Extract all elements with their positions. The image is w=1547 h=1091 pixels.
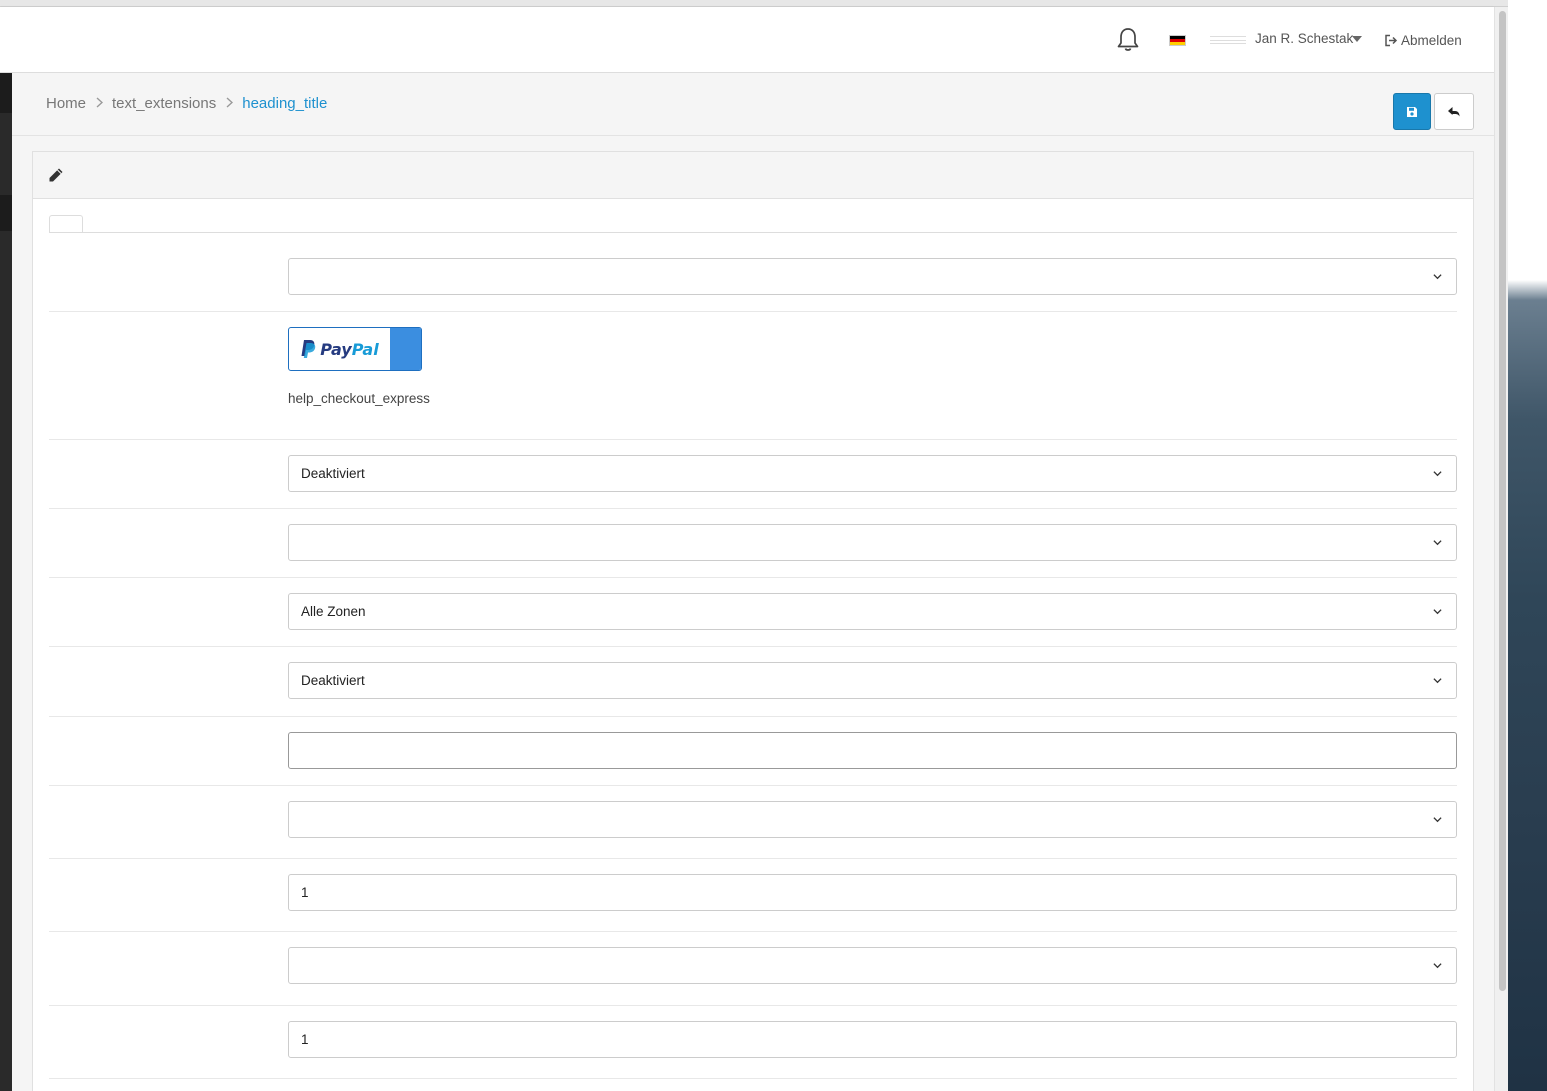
save-button[interactable]	[1393, 93, 1431, 130]
select-field-zones[interactable]: Alle Zonen	[288, 593, 1457, 630]
avatar[interactable]	[1210, 36, 1246, 44]
breadcrumb: Home text_extensions heading_title	[46, 95, 327, 112]
sidebar-collapsed[interactable]	[0, 73, 12, 1091]
row-divider	[49, 858, 1457, 859]
select-value: Alle Zonen	[301, 604, 366, 619]
sign-out-icon	[1385, 34, 1398, 46]
row-divider	[49, 508, 1457, 509]
row-divider	[49, 716, 1457, 717]
pencil-icon	[48, 167, 64, 186]
breadcrumb-extensions[interactable]: text_extensions	[112, 95, 216, 112]
select-value: Deaktiviert	[301, 466, 365, 481]
user-name[interactable]: Jan R. Schestak	[1255, 31, 1353, 49]
input-value: 1	[301, 1032, 309, 1047]
breadcrumb-current[interactable]: heading_title	[242, 95, 327, 112]
logout-label: Abmelden	[1401, 32, 1462, 48]
text-input-1[interactable]	[288, 732, 1457, 769]
select-field-3[interactable]	[288, 524, 1457, 561]
reply-arrow-icon	[1448, 106, 1460, 116]
select-field-5[interactable]: Deaktiviert	[288, 662, 1457, 699]
row-divider	[49, 931, 1457, 932]
paypal-logo: PayPal	[289, 328, 390, 370]
select-value: Deaktiviert	[301, 673, 365, 688]
row-divider	[49, 1005, 1457, 1006]
de-flag-icon[interactable]	[1169, 35, 1186, 46]
chevron-down-icon	[1433, 540, 1442, 546]
row-divider	[49, 646, 1457, 647]
help-text: help_checkout_express	[288, 391, 430, 406]
select-field-7[interactable]	[288, 801, 1457, 838]
chevron-down-icon	[1433, 274, 1442, 280]
row-divider	[49, 577, 1457, 578]
scrollbar[interactable]	[1494, 7, 1508, 1091]
chevron-right-icon	[226, 96, 234, 111]
logout-link[interactable]: Abmelden	[1384, 31, 1462, 49]
desktop-background	[1508, 0, 1547, 1091]
text-input-3[interactable]: 1	[288, 1021, 1457, 1058]
paypal-wordmark: PayPal	[320, 339, 379, 359]
caret-down-icon[interactable]	[1352, 36, 1362, 42]
top-header: Jan R. Schestak Abmelden	[0, 7, 1494, 73]
chevron-down-icon	[1433, 678, 1442, 684]
form-panel: PayPal help_checkout_express Deaktiviert…	[32, 151, 1474, 1091]
row-divider	[49, 439, 1457, 440]
floppy-disk-icon	[1407, 106, 1417, 117]
input-value: 1	[301, 885, 309, 900]
row-divider	[49, 785, 1457, 786]
select-field-1[interactable]	[288, 258, 1457, 295]
chevron-down-icon	[1433, 963, 1442, 969]
browser-top-edge	[0, 0, 1508, 7]
paypal-p-icon	[301, 340, 316, 358]
breadcrumb-home[interactable]: Home	[46, 95, 86, 112]
bell-icon[interactable]	[1116, 27, 1140, 53]
chevron-down-icon	[1433, 609, 1442, 615]
text-input-2[interactable]: 1	[288, 874, 1457, 911]
chevron-down-icon	[1433, 817, 1442, 823]
main-content: Home text_extensions heading_title PayPa…	[12, 73, 1494, 1091]
page-header: Home text_extensions heading_title	[12, 73, 1494, 136]
row-divider	[49, 311, 1457, 312]
chevron-right-icon	[96, 96, 104, 111]
paypal-express-button[interactable]: PayPal	[288, 327, 422, 371]
chevron-down-icon	[1433, 471, 1442, 477]
panel-heading	[33, 152, 1473, 199]
select-field-9[interactable]	[288, 947, 1457, 984]
scrollbar-thumb[interactable]	[1499, 11, 1506, 991]
paypal-button-color-block	[390, 328, 421, 370]
row-divider	[49, 1078, 1457, 1079]
tab-bar	[49, 232, 1457, 233]
back-button[interactable]	[1434, 93, 1474, 130]
select-field-2[interactable]: Deaktiviert	[288, 455, 1457, 492]
tab-general[interactable]	[49, 215, 83, 233]
